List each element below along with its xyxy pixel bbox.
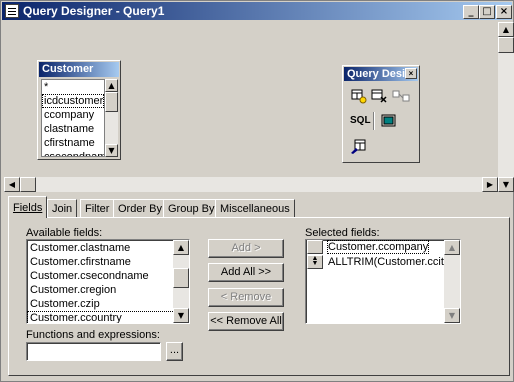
- scroll-down-icon[interactable]: ▼: [105, 144, 118, 157]
- title-bar[interactable]: Query Designer - Query1 _ □ ×: [2, 2, 512, 20]
- available-field-item[interactable]: Customer.cfirstname: [27, 255, 175, 269]
- window-title: Query Designer - Query1: [23, 4, 165, 18]
- scroll-down-icon[interactable]: ▼: [444, 308, 460, 323]
- scroll-up-icon[interactable]: ▲: [173, 240, 189, 255]
- functions-expression-input[interactable]: [26, 342, 161, 361]
- query-destination-icon[interactable]: [350, 139, 368, 155]
- tab-label: Fields: [13, 202, 43, 214]
- table-field-item[interactable]: csecondname: [42, 150, 104, 156]
- toolbar-separator: [373, 112, 374, 130]
- tab-label: Group By: [168, 203, 215, 215]
- toolbar-title[interactable]: Query Desi ×: [344, 67, 418, 81]
- available-field-item[interactable]: Customer.cregion: [27, 283, 175, 297]
- available-fields-label: Available fields:: [26, 227, 103, 239]
- canvas-horizontal-scrollbar[interactable]: ◀ ▶: [4, 177, 498, 192]
- scroll-up-icon[interactable]: ▲: [444, 240, 460, 255]
- query-canvas[interactable]: Customer * icdcustomer ccompany clastname cf…: [4, 22, 498, 177]
- available-field-item[interactable]: Customer.clastname: [27, 241, 175, 255]
- available-field-item[interactable]: Customer.csecondname: [27, 269, 175, 283]
- query-designer-window: Query Designer - Query1 _ □ × Customer *…: [0, 0, 514, 382]
- maximize-button[interactable]: □: [479, 5, 495, 19]
- move-handle-icon[interactable]: [307, 240, 323, 254]
- table-title[interactable]: Customer: [39, 62, 119, 77]
- expression-builder-button[interactable]: ...: [166, 342, 183, 361]
- query-designer-toolbar: Query Desi × SQL: [342, 65, 420, 163]
- scroll-down-icon[interactable]: ▼: [498, 177, 514, 192]
- customer-table-window[interactable]: Customer * icdcustomer ccompany clastname cf…: [37, 60, 121, 160]
- move-handle-icon[interactable]: ▲ ▼: [307, 255, 323, 269]
- tab-join[interactable]: Join: [47, 199, 78, 218]
- available-field-item[interactable]: Customer.ccountry: [27, 311, 175, 323]
- table-field-item[interactable]: cfirstname: [42, 136, 104, 150]
- scroll-left-icon[interactable]: ◀: [4, 177, 20, 192]
- add-table-icon[interactable]: [350, 88, 368, 104]
- scroll-thumb[interactable]: [498, 37, 514, 53]
- join-icon[interactable]: [392, 88, 410, 104]
- table-field-item[interactable]: *: [42, 80, 104, 94]
- tab-filter[interactable]: Filter: [80, 199, 115, 218]
- table-field-item[interactable]: clastname: [42, 122, 104, 136]
- functions-label: Functions and expressions:: [26, 329, 160, 341]
- table-field-scrollbar[interactable]: ▲ ▼: [105, 79, 118, 157]
- available-field-item[interactable]: Customer.czip: [27, 297, 175, 311]
- tab-group-by[interactable]: Group By: [163, 199, 220, 218]
- toolbar-close-button[interactable]: ×: [405, 68, 417, 79]
- scroll-up-icon[interactable]: ▲: [105, 79, 118, 92]
- tab-label: Miscellaneous: [220, 203, 290, 215]
- available-fields-list[interactable]: Customer.clastname Customer.cfirstname Cus…: [26, 239, 190, 324]
- available-fields-rows: Customer.clastname Customer.cfirstname Cus…: [27, 241, 175, 323]
- add-button[interactable]: Add >: [208, 239, 284, 258]
- remove-table-icon[interactable]: [370, 88, 388, 104]
- close-button[interactable]: ×: [496, 5, 512, 19]
- selected-fields-label: Selected fields:: [305, 227, 380, 239]
- tab-order-by[interactable]: Order By: [113, 199, 168, 218]
- output-icon[interactable]: [380, 113, 398, 129]
- add-all-button[interactable]: Add All >>: [208, 263, 284, 282]
- available-fields-scrollbar[interactable]: ▲ ▼: [173, 240, 189, 323]
- remove-button[interactable]: < Remove: [208, 288, 284, 307]
- table-field-list[interactable]: * icdcustomer ccompany clastname cfirstname c…: [41, 79, 105, 157]
- scroll-thumb[interactable]: [173, 268, 189, 288]
- table-field-item[interactable]: ccompany: [42, 108, 104, 122]
- tab-label: Order By: [118, 203, 163, 215]
- tab-label: Filter: [85, 203, 110, 215]
- fields-tab-panel: Available fields: Customer.clastname Cust…: [8, 217, 510, 376]
- tab-fields[interactable]: Fields: [8, 196, 48, 218]
- scroll-thumb[interactable]: [105, 92, 118, 112]
- selected-field-item[interactable]: ▲ ▼ ALLTRIM(Customer.ccity)+: [306, 255, 460, 270]
- toolbar-title-text: Query Desi: [347, 68, 406, 80]
- query-designer-icon: [5, 4, 19, 18]
- tab-miscellaneous[interactable]: Miscellaneous: [215, 199, 295, 218]
- scroll-down-icon[interactable]: ▼: [173, 308, 189, 323]
- remove-all-button[interactable]: << Remove All: [208, 312, 284, 331]
- selected-field-label: Customer.ccompany: [326, 240, 430, 254]
- minimize-button[interactable]: _: [463, 5, 479, 19]
- scroll-right-icon[interactable]: ▶: [482, 177, 498, 192]
- selected-fields-list[interactable]: Customer.ccompany ▲ ▼ ALLTRIM(Customer.ccit…: [305, 239, 461, 324]
- table-field-item[interactable]: icdcustomer: [42, 94, 104, 108]
- canvas-vertical-scrollbar[interactable]: ▲ ▼: [498, 22, 514, 192]
- sql-icon[interactable]: SQL: [350, 113, 371, 129]
- selected-fields-rows: Customer.ccompany ▲ ▼ ALLTRIM(Customer.ccit…: [306, 240, 460, 270]
- tab-control: Fields Join Filter Order By Group By Mis…: [4, 196, 514, 380]
- scroll-up-icon[interactable]: ▲: [498, 22, 514, 37]
- selected-field-item[interactable]: Customer.ccompany: [306, 240, 446, 255]
- selected-field-label: ALLTRIM(Customer.ccity)+: [328, 256, 460, 268]
- selected-fields-scrollbar[interactable]: ▲ ▼: [444, 240, 460, 323]
- tab-label: Join: [52, 203, 73, 215]
- scroll-thumb[interactable]: [20, 177, 36, 192]
